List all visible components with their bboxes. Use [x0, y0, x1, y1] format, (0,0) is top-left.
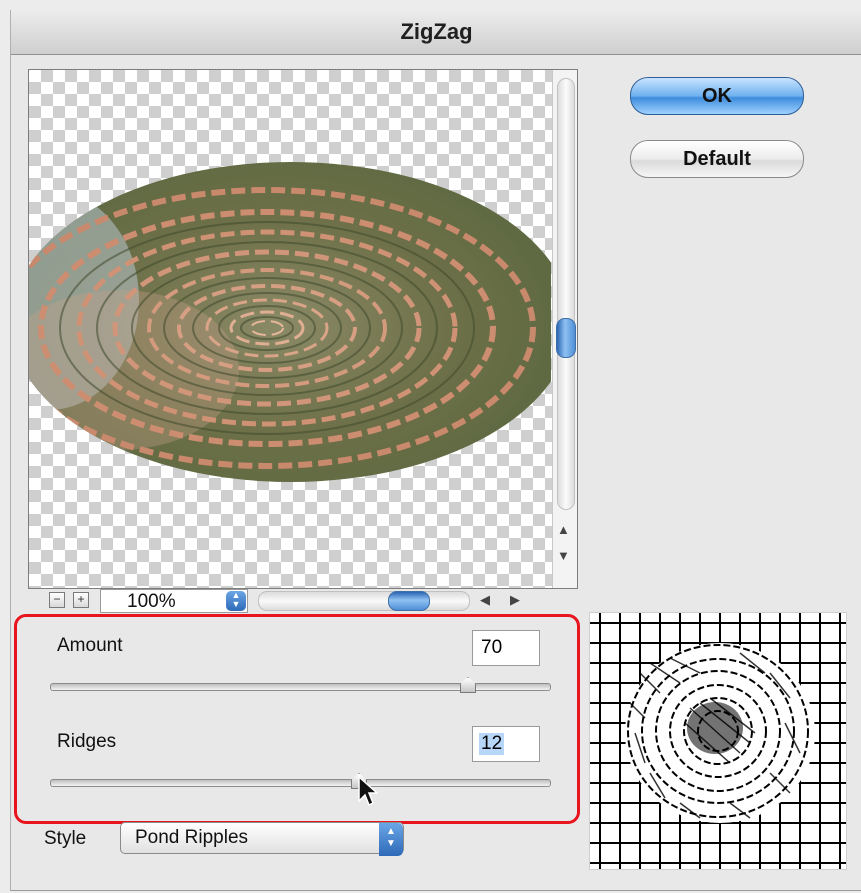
parameters-group: Amount 70 Ridges 12 [14, 614, 580, 824]
ridges-input[interactable]: 12 [472, 726, 540, 762]
down-arrow-icon[interactable]: ▼ [557, 548, 570, 563]
vertical-scrollbar[interactable]: ▲ ▼ [552, 70, 577, 588]
style-label: Style [44, 828, 87, 849]
distortion-thumbnail [589, 612, 847, 870]
style-select[interactable]: Pond Ripples ▲ ▼ [120, 822, 404, 856]
ridges-value: 12 [479, 733, 505, 755]
mouse-pointer-icon [358, 775, 379, 807]
style-selected-value: Pond Ripples [135, 827, 249, 848]
chevron-up-down-icon[interactable]: ▲ ▼ [226, 591, 246, 611]
title-bar[interactable]: ZigZag [11, 10, 861, 55]
chevron-up-down-icon[interactable]: ▲ ▼ [379, 823, 403, 856]
horizontal-scroll-track[interactable] [258, 591, 470, 611]
amount-input[interactable]: 70 [472, 630, 540, 666]
up-arrow-icon[interactable]: ▲ [557, 522, 570, 537]
right-arrow-icon[interactable]: ▶ [510, 592, 520, 608]
zoom-select[interactable]: 100% ▲ ▼ [100, 589, 248, 613]
ridges-slider-track[interactable] [50, 779, 551, 787]
left-arrow-icon[interactable]: ◀ [480, 592, 490, 608]
zoom-in-button[interactable]: + [73, 592, 89, 608]
ok-button[interactable]: OK [630, 77, 804, 115]
vertical-scroll-track[interactable] [557, 78, 575, 510]
amount-label: Amount [57, 635, 123, 656]
zoom-out-button[interactable]: − [49, 592, 65, 608]
horizontal-scrollbar[interactable]: ◀ ▶ [258, 589, 548, 611]
amount-slider-thumb[interactable] [460, 677, 476, 693]
horizontal-scroll-thumb[interactable] [388, 591, 430, 611]
zoom-bar: − + 100% ▲ ▼ ◀ ▶ [28, 587, 548, 613]
dialog-title: ZigZag [400, 19, 473, 44]
preview-image [29, 162, 551, 482]
zigzag-dialog: ZigZag ▲ ▼ − + 100% ▲ ▼ ◀ ▶ OK Default A… [10, 10, 861, 891]
zoom-value: 100% [127, 591, 176, 612]
amount-value: 70 [481, 637, 503, 658]
preview-pane[interactable]: ▲ ▼ [28, 69, 578, 589]
vertical-scroll-thumb[interactable] [556, 318, 576, 358]
default-button[interactable]: Default [630, 140, 804, 178]
ridges-label: Ridges [57, 731, 117, 752]
